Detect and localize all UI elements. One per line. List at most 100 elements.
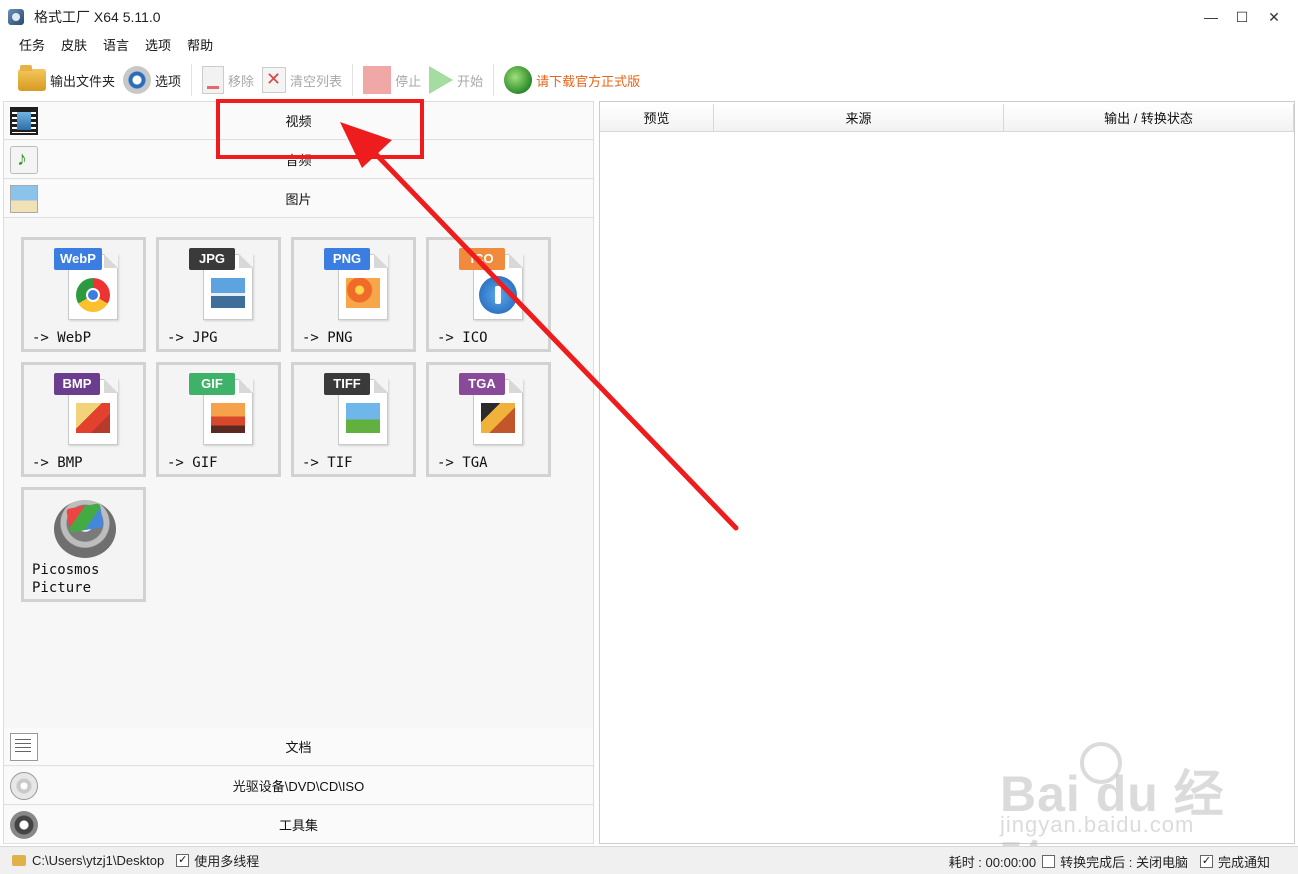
title-bar: 格式工厂 X64 5.11.0 — ☐ ✕ [0,0,1298,34]
stop-button[interactable]: 停止 [359,62,425,98]
format-label: -> GIF [167,455,218,471]
output-path[interactable]: C:\Users\ytzj1\Desktop [32,853,164,868]
stop-label: 停止 [395,73,422,89]
clear-list-button[interactable]: 清空列表 [258,62,346,98]
elapsed-time: 耗时 : 00:00:00 [948,854,1037,870]
category-document-label: 文档 [285,740,312,755]
film-reel-icon [10,811,38,839]
format-label: -> JPG [167,330,218,346]
category-picture[interactable]: 图片 [4,180,593,218]
picture-format-grid: WebP -> WebP JPG -> JPG PNG -> PNG ICO -… [4,220,593,728]
column-output-status[interactable]: 输出 / 转换状态 [1004,104,1294,132]
output-folder-button[interactable]: 输出文件夹 [14,62,119,98]
category-disc[interactable]: 光驱设备\DVD\CD\ISO [4,767,593,805]
download-official-link[interactable]: 请下载官方正式版 [500,62,644,98]
format-label: -> BMP [32,455,83,471]
toolbar: 输出文件夹 选项 移除 清空列表 停止 开始 请下载官方正式版 [0,60,1298,100]
ico-format-icon: ICO [459,248,523,322]
format-label: -> WebP [32,330,92,346]
webp-format-icon: WebP [54,248,118,322]
status-right-group: 耗时 : 00:00:00 转换完成后 : 关闭电脑 ✓ 完成通知 [949,847,1270,874]
multithread-checkbox[interactable]: ✓ [176,854,190,867]
start-button[interactable]: 开始 [425,62,487,98]
baidu-jingyan-watermark: Bai du 经验 jingyan.baidu.com [992,740,1242,874]
category-panel: 视频 音频 图片 WebP -> WebP JPG -> J [3,101,594,844]
toolbar-divider [352,64,354,96]
remove-button[interactable]: 移除 [198,62,258,98]
format-tile-tga[interactable]: TGA -> TGA [426,362,551,477]
music-note-icon [10,146,38,174]
multithread-label: 使用多线程 [194,854,260,869]
folder-icon [12,855,26,866]
close-button[interactable]: ✕ [1258,0,1290,34]
category-disc-label: 光驱设备\DVD\CD\ISO [232,779,365,794]
picosmos-label: Picosmos Picture [32,561,99,597]
format-badge: GIF [189,373,235,395]
document-icon [10,733,38,761]
tif-format-icon: TIFF [324,373,388,447]
remove-label: 移除 [228,73,255,89]
minimize-button[interactable]: — [1196,0,1226,34]
options-button[interactable]: 选项 [119,62,185,98]
format-tile-ico[interactable]: ICO -> ICO [426,237,551,352]
menu-help[interactable]: 帮助 [179,34,221,58]
format-tile-webp[interactable]: WebP -> WebP [21,237,146,352]
options-label: 选项 [155,73,182,89]
column-source[interactable]: 来源 [714,104,1004,132]
menu-task[interactable]: 任务 [11,34,53,58]
remove-file-icon [202,66,225,94]
menu-language[interactable]: 语言 [95,34,137,58]
task-list-panel[interactable]: 预览 来源 输出 / 转换状态 [599,101,1295,844]
film-icon [10,107,38,135]
globe-icon [504,66,533,94]
shutdown-after-checkbox[interactable] [1042,854,1056,868]
window-title: 格式工厂 X64 5.11.0 [34,9,161,25]
format-badge: ICO [459,248,505,270]
notify-checkbox[interactable]: ✓ [1199,854,1213,868]
maximize-button[interactable]: ☐ [1226,0,1258,34]
disc-icon [10,772,38,800]
jpg-format-icon: JPG [189,248,253,322]
format-badge: PNG [324,248,370,270]
category-tools[interactable]: 工具集 [4,806,593,844]
format-label: -> TIF [302,455,353,471]
watermark-url-text: jingyan.baidu.com [1000,812,1195,837]
picosmos-label-line2: Picture [32,580,92,596]
format-tile-bmp[interactable]: BMP -> BMP [21,362,146,477]
paint-image-icon [76,403,110,433]
column-preview[interactable]: 预览 [600,104,714,132]
gif-format-icon: GIF [189,373,253,447]
menu-skin[interactable]: 皮肤 [53,34,95,58]
clear-list-icon [262,67,287,93]
info-circle-icon [479,276,517,314]
format-label: -> TGA [437,455,488,471]
gear-icon [123,66,152,94]
menu-options[interactable]: 选项 [137,34,179,58]
category-document[interactable]: 文档 [4,728,593,766]
menu-bar: 任务 皮肤 语言 选项 帮助 [0,34,221,58]
format-badge: JPG [189,248,235,270]
format-badge: TGA [459,373,505,395]
landscape-image-icon [346,403,380,433]
format-label: -> ICO [437,330,488,346]
notify-label: 完成通知 [1217,854,1270,870]
play-icon [429,66,454,94]
download-official-label: 请下载官方正式版 [536,73,641,89]
output-folder-label: 输出文件夹 [50,73,116,89]
sunset-image-icon [211,403,245,433]
status-bar: C:\Users\ytzj1\Desktop ✓ 使用多线程 耗时 : 00:0… [0,846,1298,874]
format-tile-gif[interactable]: GIF -> GIF [156,362,281,477]
picture-icon [10,185,38,213]
flower-image-icon [346,278,380,308]
clear-list-label: 清空列表 [290,73,343,89]
format-tile-jpg[interactable]: JPG -> JPG [156,237,281,352]
landscape-image-icon [211,278,245,308]
app-logo-icon [8,9,24,25]
stop-icon [363,66,392,94]
picosmos-tile[interactable]: Picosmos Picture [21,487,146,602]
png-format-icon: PNG [324,248,388,322]
format-tile-tif[interactable]: TIFF -> TIF [291,362,416,477]
format-tile-png[interactable]: PNG -> PNG [291,237,416,352]
picosmos-label-line1: Picosmos [32,562,100,578]
category-tools-label: 工具集 [278,818,318,833]
